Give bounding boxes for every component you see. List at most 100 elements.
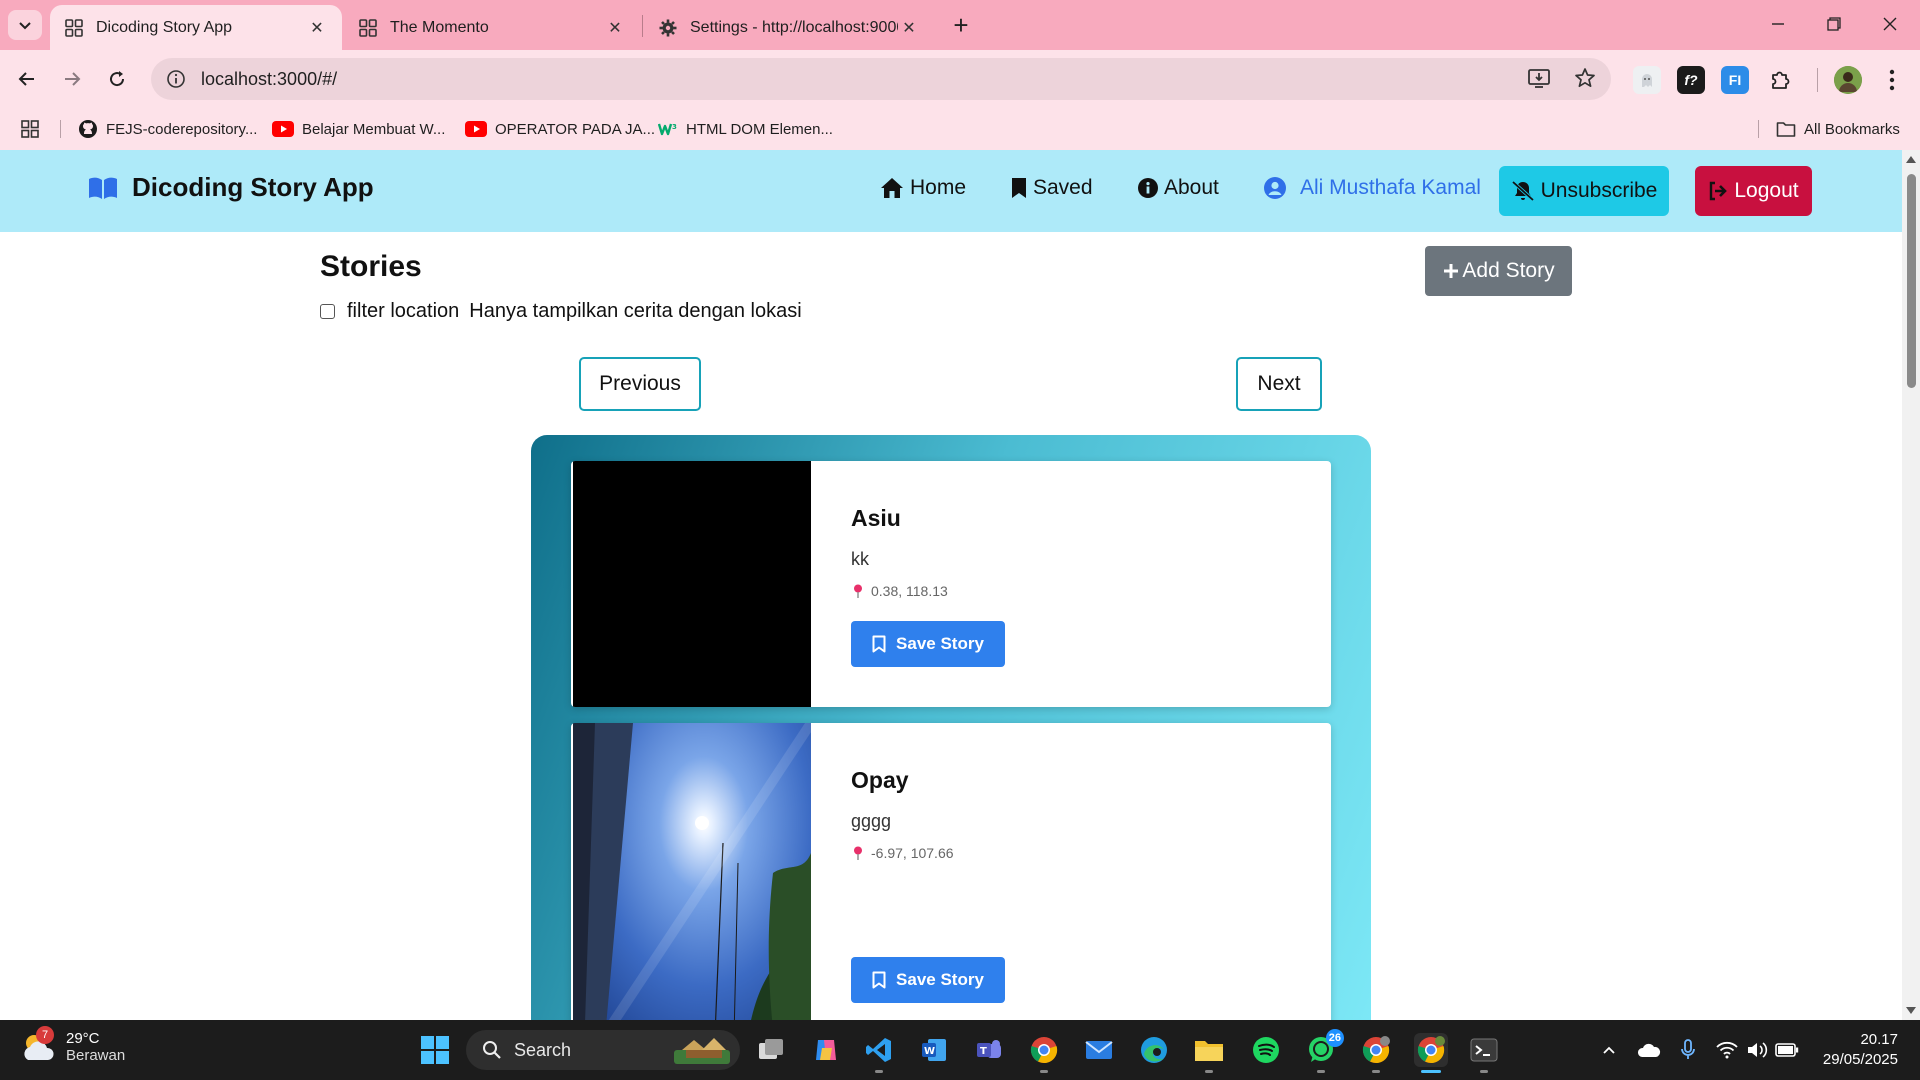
search-highlight-icon [674, 1038, 730, 1064]
toolbar-divider [1817, 68, 1818, 92]
taskbar-search[interactable]: Search [466, 1030, 740, 1070]
chevron-down-icon [19, 22, 31, 30]
browser-menu-icon[interactable] [1878, 66, 1906, 94]
tab-search-button[interactable] [8, 10, 42, 40]
minimize-button[interactable] [1750, 0, 1806, 48]
spotify-icon[interactable] [1249, 1033, 1283, 1067]
bookmark-item-html-dom[interactable]: 3 HTML DOM Elemen... [658, 116, 833, 142]
previous-page-button[interactable]: Previous [579, 357, 701, 411]
close-window-button[interactable] [1862, 0, 1918, 48]
reload-button[interactable] [100, 62, 134, 96]
tab-settings[interactable]: Settings - http://localhost:9000 ✕ [644, 5, 934, 50]
site-info-icon[interactable] [155, 58, 197, 100]
vscode-icon[interactable] [862, 1033, 896, 1073]
bookmark-item-operator[interactable]: OPERATOR PADA JA... [465, 116, 655, 142]
new-tab-button[interactable]: + [946, 10, 976, 40]
story-image [573, 723, 811, 1020]
story-list: Asiu kk 0.38, 118.13 Save Story Opay ggg… [531, 435, 1371, 1020]
chrome-active-icon[interactable] [1414, 1033, 1448, 1073]
restore-button[interactable] [1806, 0, 1862, 48]
filter-location-checkbox[interactable] [320, 304, 335, 319]
teams-icon[interactable]: T [972, 1033, 1006, 1067]
word-icon[interactable]: W [917, 1033, 951, 1067]
user-profile-link[interactable]: Ali Musthafa Kamal [1264, 176, 1481, 200]
file-explorer-icon[interactable] [1192, 1033, 1226, 1073]
weather-widget[interactable]: 7 29°C Berawan [20, 1026, 126, 1064]
clock-date: 29/05/2025 [1822, 1051, 1898, 1068]
bookmark-icon [1012, 178, 1026, 198]
bookmark-item-github[interactable]: FEJS-coderepository... [78, 116, 257, 142]
filter-location-label[interactable]: filter location [347, 300, 459, 323]
url-text[interactable]: localhost:3000/#/ [201, 69, 337, 90]
weather-condition: Berawan [66, 1047, 126, 1064]
tab-dicoding-story-app[interactable]: Dicoding Story App ✕ [50, 5, 342, 50]
apps-grid-icon[interactable] [20, 116, 40, 142]
volume-icon[interactable] [1745, 1038, 1769, 1062]
start-button[interactable] [418, 1033, 452, 1067]
unsubscribe-label: Unsubscribe [1540, 179, 1658, 202]
edge-icon[interactable] [1137, 1033, 1171, 1067]
extension-ghost-icon[interactable] [1633, 66, 1661, 94]
logout-button[interactable]: Logout [1695, 166, 1812, 216]
bookmark-item-belajar[interactable]: Belajar Membuat W... [272, 116, 445, 142]
page-viewport: Dicoding Story App Home Saved About Ali … [0, 150, 1902, 1020]
save-story-button[interactable]: Save Story [851, 957, 1005, 1003]
story-card[interactable]: Opay gggg -6.97, 107.66 Save Story [571, 723, 1331, 1020]
close-icon[interactable]: ✕ [306, 17, 328, 39]
nav-saved[interactable]: Saved [1011, 176, 1093, 200]
restore-icon [1827, 17, 1841, 31]
save-story-label: Save Story [896, 634, 984, 653]
add-story-button[interactable]: Add Story [1425, 246, 1572, 296]
scrollbar-thumb[interactable] [1907, 174, 1916, 388]
next-page-button[interactable]: Next [1236, 357, 1322, 411]
scroll-down-icon[interactable] [1906, 1007, 1916, 1014]
whatsapp-icon[interactable]: 26 [1304, 1029, 1344, 1073]
install-app-icon[interactable] [1527, 66, 1551, 90]
address-bar[interactable]: localhost:3000/#/ [151, 58, 1611, 100]
save-story-label: Save Story [896, 970, 984, 989]
nav-about-label: About [1164, 176, 1219, 199]
story-image [573, 461, 811, 707]
mail-icon[interactable] [1082, 1033, 1116, 1067]
map-pin-icon [854, 846, 862, 860]
copilot-icon[interactable] [809, 1033, 843, 1067]
page-scrollbar[interactable] [1902, 150, 1920, 1020]
nav-about[interactable]: About [1138, 176, 1219, 200]
chrome-profile-icon[interactable] [1359, 1033, 1393, 1073]
extensions-puzzle-icon[interactable] [1766, 66, 1794, 94]
save-story-button[interactable]: Save Story [851, 621, 1005, 667]
unsubscribe-button[interactable]: Unsubscribe [1499, 166, 1669, 216]
scroll-up-icon[interactable] [1906, 156, 1916, 163]
w3schools-icon: 3 [658, 123, 677, 136]
chrome-icon[interactable] [1027, 1033, 1061, 1073]
task-view-icon[interactable] [754, 1033, 788, 1067]
extension-fi-icon[interactable]: FI [1721, 66, 1749, 94]
close-icon[interactable]: ✕ [604, 17, 626, 39]
nav-home[interactable]: Home [880, 176, 966, 200]
microphone-icon[interactable] [1676, 1038, 1700, 1062]
all-bookmarks-button[interactable]: All Bookmarks [1776, 116, 1900, 142]
system-clock[interactable]: 20.17 29/05/2025 [1823, 1030, 1898, 1070]
terminal-icon[interactable] [1467, 1033, 1501, 1073]
logout-label: Logout [1734, 179, 1799, 202]
home-icon [881, 178, 903, 198]
brand[interactable]: Dicoding Story App [88, 172, 374, 203]
profile-avatar[interactable] [1834, 66, 1862, 94]
wifi-icon[interactable] [1715, 1038, 1739, 1062]
bookmarks-bar: FEJS-coderepository... Belajar Membuat W… [0, 108, 1920, 150]
all-bookmarks-label: All Bookmarks [1804, 120, 1900, 138]
partly-cloudy-icon: 7 [20, 1026, 56, 1064]
bookmark-star-icon[interactable] [1573, 66, 1597, 90]
forward-button[interactable] [55, 62, 89, 96]
tab-the-momento[interactable]: The Momento ✕ [344, 5, 640, 50]
extension-fx-icon[interactable]: f? [1677, 66, 1705, 94]
close-icon[interactable]: ✕ [898, 17, 920, 39]
back-button[interactable] [10, 62, 44, 96]
story-card[interactable]: Asiu kk 0.38, 118.13 Save Story [571, 461, 1331, 707]
battery-icon[interactable] [1775, 1038, 1799, 1062]
svg-text:3: 3 [672, 123, 677, 131]
chevron-up-icon[interactable] [1597, 1038, 1621, 1062]
search-label: Search [514, 1039, 572, 1060]
grid-icon [64, 18, 84, 38]
onedrive-icon[interactable] [1637, 1038, 1661, 1062]
